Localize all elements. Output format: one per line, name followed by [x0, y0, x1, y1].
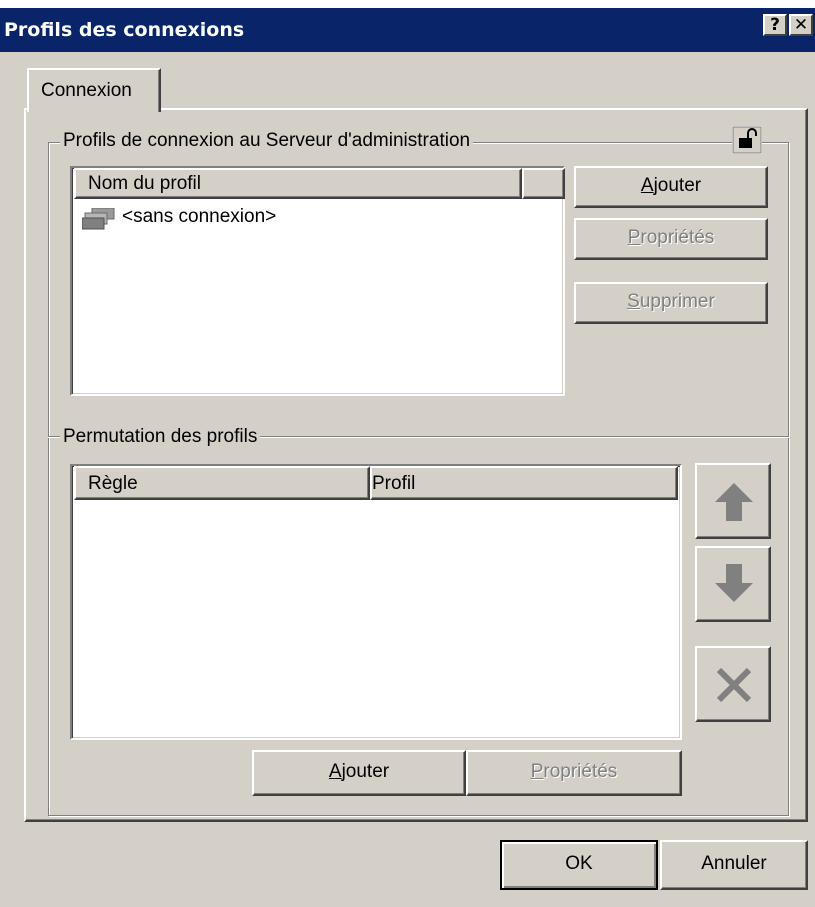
- button-label: OK: [565, 853, 593, 874]
- button-label: Annuler: [701, 853, 767, 874]
- arrow-up-icon: [715, 483, 753, 521]
- window-title: Profils des connexions: [4, 19, 245, 41]
- button-label: ropriétés: [543, 761, 618, 782]
- column-header-blank[interactable]: [522, 168, 565, 199]
- ok-button[interactable]: OK: [500, 840, 658, 890]
- rule-properties-button[interactable]: Propriétés: [466, 750, 682, 796]
- padlock-icon[interactable]: [731, 125, 763, 155]
- button-label: upprimer: [639, 291, 715, 312]
- rules-table[interactable]: Règle Profil: [70, 464, 682, 740]
- button-label: ropriétés: [640, 227, 715, 248]
- help-button[interactable]: ?: [763, 14, 787, 36]
- switch-group-label: Permutation des profils: [60, 426, 261, 448]
- column-header-label: Règle: [88, 473, 138, 494]
- cancel-button[interactable]: Annuler: [660, 840, 808, 890]
- add-profile-button[interactable]: Ajouter: [574, 166, 768, 208]
- delete-x-icon: [716, 667, 752, 703]
- add-rule-button[interactable]: Ajouter: [252, 750, 466, 796]
- list-item-label: <sans connexion>: [122, 206, 277, 227]
- move-down-button[interactable]: [695, 546, 771, 622]
- servers-icon: [81, 207, 120, 236]
- arrow-down-icon: [715, 564, 753, 602]
- button-label: jouter: [341, 761, 390, 782]
- close-icon: ✕: [793, 15, 809, 35]
- column-header-profile[interactable]: Profil: [370, 466, 678, 500]
- mnemonic: A: [640, 175, 654, 196]
- tab-label: Connexion: [41, 80, 132, 101]
- profile-properties-button[interactable]: Propriétés: [574, 218, 768, 260]
- mnemonic: A: [328, 761, 342, 782]
- delete-profile-button[interactable]: Supprimer: [574, 282, 768, 324]
- mnemonic: P: [627, 227, 641, 248]
- delete-rule-button[interactable]: [695, 646, 771, 722]
- close-button[interactable]: ✕: [789, 14, 813, 36]
- mnemonic: P: [530, 761, 544, 782]
- column-header-name[interactable]: Nom du profil: [74, 168, 522, 199]
- column-header-label: Profil: [372, 473, 416, 494]
- list-item[interactable]: <sans connexion>: [81, 206, 502, 230]
- move-up-button[interactable]: [695, 463, 771, 539]
- profiles-list[interactable]: Nom du profil <sans connexion>: [70, 166, 565, 396]
- column-header-label: Nom du profil: [88, 173, 201, 194]
- column-header-rule[interactable]: Règle: [74, 466, 370, 500]
- title-bar[interactable]: Profils des connexions: [0, 8, 815, 52]
- mnemonic: S: [627, 291, 640, 312]
- tab-connexion[interactable]: Connexion: [27, 68, 161, 112]
- profiles-group-label: Profils de connexion au Serveur d'admini…: [60, 130, 474, 152]
- button-label: jouter: [653, 175, 702, 196]
